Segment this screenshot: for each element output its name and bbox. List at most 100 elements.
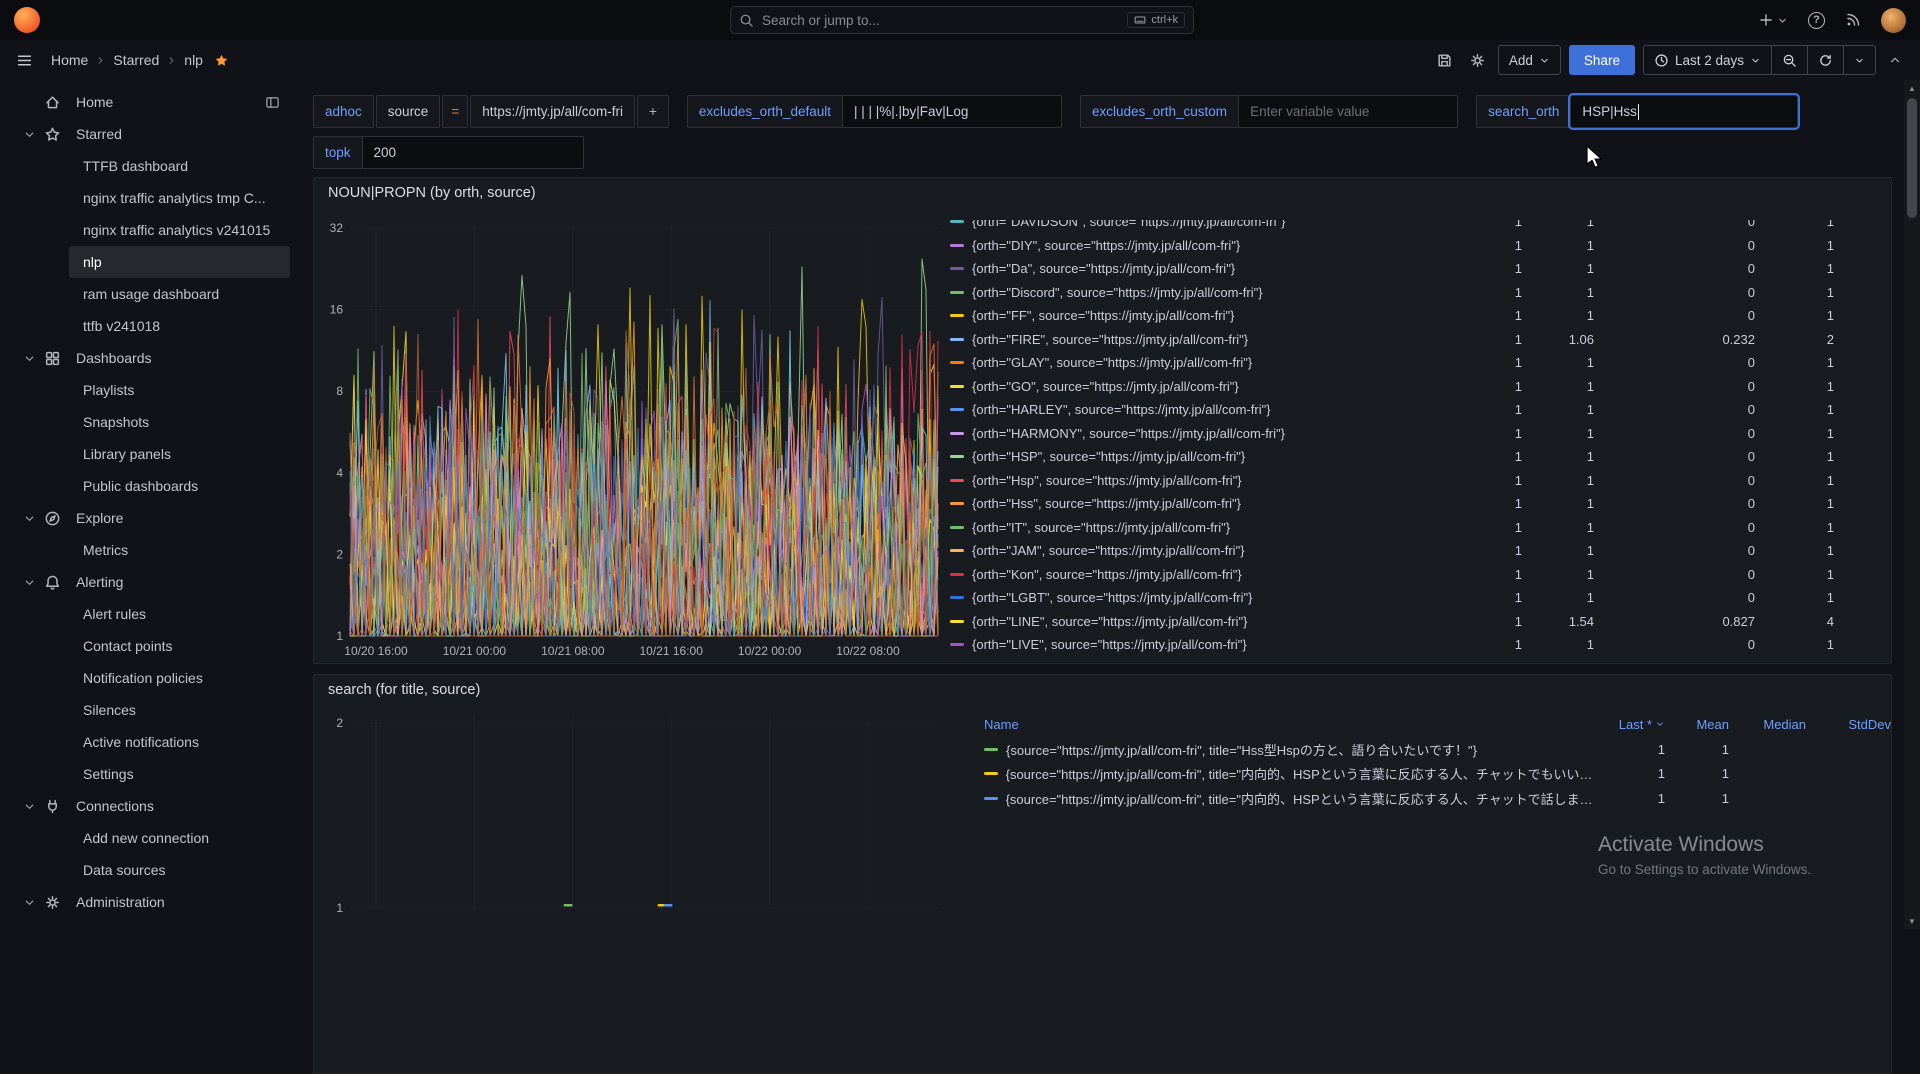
- refresh-interval-button[interactable]: [1843, 45, 1876, 75]
- sidebar-item-playlists[interactable]: Playlists: [69, 374, 290, 406]
- sidebar-item-starred[interactable]: Starred: [6, 118, 290, 150]
- panel-title[interactable]: search (for title, source): [314, 675, 1891, 705]
- legend-series-label[interactable]: {orth="DAVIDSON", source="https://jmty.j…: [972, 220, 1472, 229]
- save-dashboard-button[interactable]: [1432, 48, 1457, 73]
- legend-row-diy[interactable]: {orth="DIY", source="https://jmty.jp/all…: [950, 234, 1834, 258]
- legend-series-label[interactable]: {orth="DIY", source="https://jmty.jp/all…: [972, 238, 1472, 253]
- legend-row-kon[interactable]: {orth="Kon", source="https://jmty.jp/all…: [950, 563, 1834, 587]
- favorite-star-icon[interactable]: [214, 53, 229, 68]
- legend-row-da[interactable]: {orth="Da", source="https://jmty.jp/all/…: [950, 257, 1834, 281]
- sidebar-item-ttfb-v241018[interactable]: ttfb v241018: [69, 310, 290, 342]
- sidebar-item-data-sources[interactable]: Data sources: [69, 854, 290, 886]
- breadcrumb-home[interactable]: Home: [51, 52, 88, 68]
- legend-series-label[interactable]: {orth="LIVE", source="https://jmty.jp/al…: [972, 637, 1472, 652]
- legend-row-it[interactable]: {orth="IT", source="https://jmty.jp/all/…: [950, 516, 1834, 540]
- help-button[interactable]: ?: [1808, 12, 1825, 29]
- legend-row-hsp[interactable]: {orth="Hsp", source="https://jmty.jp/all…: [950, 469, 1834, 493]
- dashboard-settings-button[interactable]: [1465, 48, 1490, 73]
- legend-series-label[interactable]: {orth="IT", source="https://jmty.jp/all/…: [972, 520, 1472, 535]
- legend-row-live[interactable]: {orth="LIVE", source="https://jmty.jp/al…: [950, 633, 1834, 657]
- sidebar-item-silences[interactable]: Silences: [69, 694, 290, 726]
- legend-row-fire[interactable]: {orth="FIRE", source="https://jmty.jp/al…: [950, 328, 1834, 352]
- sidebar-item-connections[interactable]: Connections: [6, 790, 290, 822]
- legend-series-label[interactable]: {orth="HARMONY", source="https://jmty.jp…: [972, 426, 1472, 441]
- sidebar-item-notification-policies[interactable]: Notification policies: [69, 662, 290, 694]
- share-button[interactable]: Share: [1569, 45, 1635, 75]
- table-header-median[interactable]: Median: [1729, 717, 1806, 732]
- table-header-mean[interactable]: Mean: [1665, 717, 1729, 732]
- table-row[interactable]: {source="https://jmty.jp/all/com-fri", t…: [984, 786, 1891, 811]
- legend-row-go[interactable]: {orth="GO", source="https://jmty.jp/all/…: [950, 375, 1834, 399]
- sidebar-item-library-panels[interactable]: Library panels: [69, 438, 290, 470]
- search-input[interactable]: Search or jump to... ctrl+k: [730, 6, 1194, 34]
- legend-series-label[interactable]: {orth="LINE", source="https://jmty.jp/al…: [972, 614, 1472, 629]
- refresh-button[interactable]: [1807, 45, 1844, 75]
- sidebar-item-active-notifications[interactable]: Active notifications: [69, 726, 290, 758]
- legend-series-label[interactable]: {orth="Da", source="https://jmty.jp/all/…: [972, 261, 1472, 276]
- legend-row-harmony[interactable]: {orth="HARMONY", source="https://jmty.jp…: [950, 422, 1834, 446]
- sidebar-item-alerting[interactable]: Alerting: [6, 566, 290, 598]
- legend-row-hsp[interactable]: {orth="HSP", source="https://jmty.jp/all…: [950, 445, 1834, 469]
- legend-series-label[interactable]: {orth="HARLEY", source="https://jmty.jp/…: [972, 402, 1472, 417]
- scroll-up-arrow[interactable]: ▲: [1904, 80, 1920, 96]
- sidebar-item-nginx-traffic-analytics-v241015[interactable]: nginx traffic analytics v241015: [69, 214, 290, 246]
- sidebar-item-nlp[interactable]: nlp: [69, 246, 290, 278]
- sidebar-nav[interactable]: HomeStarredTTFB dashboardnginx traffic a…: [0, 80, 300, 929]
- timeseries-chart[interactable]: 1248163210/20 16:0010/21 00:0010/21 08:0…: [314, 208, 940, 664]
- legend-series-label[interactable]: {orth="FIRE", source="https://jmty.jp/al…: [972, 332, 1472, 347]
- legend-series-label[interactable]: {orth="Hsp", source="https://jmty.jp/all…: [972, 473, 1472, 488]
- main-scrollbar[interactable]: ▲ ▼: [1904, 80, 1920, 929]
- scroll-down-arrow[interactable]: ▼: [1904, 913, 1920, 929]
- chevron-down-icon[interactable]: [14, 512, 44, 525]
- sidebar-item-ram-usage-dashboard[interactable]: ram usage dashboard: [69, 278, 290, 310]
- collapse-controls-button[interactable]: [1884, 49, 1906, 71]
- zoom-out-button[interactable]: [1771, 45, 1808, 75]
- legend-row-jam[interactable]: {orth="JAM", source="https://jmty.jp/all…: [950, 539, 1834, 563]
- sidebar-item-nginx-traffic-analytics-tmp-c[interactable]: nginx traffic analytics tmp C...: [69, 182, 290, 214]
- sidebar-item-administration[interactable]: Administration: [6, 886, 290, 918]
- chevron-down-icon[interactable]: [14, 128, 44, 141]
- adhoc-filter-value[interactable]: https://jmty.jp/all/com-fri: [470, 95, 635, 128]
- legend-row-discord[interactable]: {orth="Discord", source="https://jmty.jp…: [950, 281, 1834, 305]
- legend-series-label[interactable]: {orth="Hss", source="https://jmty.jp/all…: [972, 496, 1472, 511]
- sidebar-item-home[interactable]: Home: [6, 86, 290, 118]
- legend-series-label[interactable]: {orth="Discord", source="https://jmty.jp…: [972, 285, 1472, 300]
- excludes-orth-custom-input[interactable]: Enter variable value: [1238, 95, 1458, 128]
- adhoc-filter-add-button[interactable]: +: [637, 95, 669, 128]
- sidebar-item-metrics[interactable]: Metrics: [69, 534, 290, 566]
- news-button[interactable]: [1845, 12, 1861, 28]
- sidebar-item-snapshots[interactable]: Snapshots: [69, 406, 290, 438]
- add-button[interactable]: Add: [1498, 45, 1561, 75]
- chevron-down-icon[interactable]: [14, 896, 44, 909]
- legend-series-label[interactable]: {orth="Kon", source="https://jmty.jp/all…: [972, 567, 1472, 582]
- sidebar-item-alert-rules[interactable]: Alert rules: [69, 598, 290, 630]
- table-row[interactable]: {source="https://jmty.jp/all/com-fri", t…: [984, 737, 1891, 762]
- table-header-stddev[interactable]: StdDev: [1806, 717, 1891, 732]
- legend-series-label[interactable]: {orth="HSP", source="https://jmty.jp/all…: [972, 449, 1472, 464]
- search-results-table[interactable]: NameLast *MeanMedianStdDev{source="https…: [984, 711, 1891, 933]
- adhoc-filter-key[interactable]: source: [376, 95, 441, 128]
- excludes-orth-default-input[interactable]: | | | |%|.|by|Fav|Log: [842, 95, 1062, 128]
- dock-menu-icon[interactable]: [265, 95, 280, 110]
- breadcrumb-starred[interactable]: Starred: [113, 52, 159, 68]
- legend-series-label[interactable]: {orth="GO", source="https://jmty.jp/all/…: [972, 379, 1472, 394]
- legend-series-label[interactable]: {orth="JAM", source="https://jmty.jp/all…: [972, 543, 1472, 558]
- breadcrumb-current[interactable]: nlp: [184, 52, 203, 68]
- search-orth-input[interactable]: HSP|Hss: [1570, 95, 1798, 128]
- chevron-down-icon[interactable]: [14, 352, 44, 365]
- sidebar-item-public-dashboards[interactable]: Public dashboards: [69, 470, 290, 502]
- sidebar-item-dashboards[interactable]: Dashboards: [6, 342, 290, 374]
- legend-row-lgbt[interactable]: {orth="LGBT", source="https://jmty.jp/al…: [950, 586, 1834, 610]
- legend-row-harley[interactable]: {orth="HARLEY", source="https://jmty.jp/…: [950, 398, 1834, 422]
- topk-input[interactable]: 200: [362, 136, 584, 169]
- chart-legend[interactable]: {orth="DAVIDSON", source="https://jmty.j…: [950, 220, 1891, 658]
- adhoc-filter-operator[interactable]: =: [442, 95, 468, 128]
- user-avatar[interactable]: [1881, 8, 1906, 33]
- legend-series-label[interactable]: {orth="FF", source="https://jmty.jp/all/…: [972, 308, 1472, 323]
- legend-series-label[interactable]: {orth="GLAY", source="https://jmty.jp/al…: [972, 355, 1472, 370]
- grafana-logo[interactable]: [14, 7, 40, 33]
- sidebar-item-contact-points[interactable]: Contact points: [69, 630, 290, 662]
- legend-row-hss[interactable]: {orth="Hss", source="https://jmty.jp/all…: [950, 492, 1834, 516]
- chevron-down-icon[interactable]: [14, 576, 44, 589]
- sidebar-item-settings[interactable]: Settings: [69, 758, 290, 790]
